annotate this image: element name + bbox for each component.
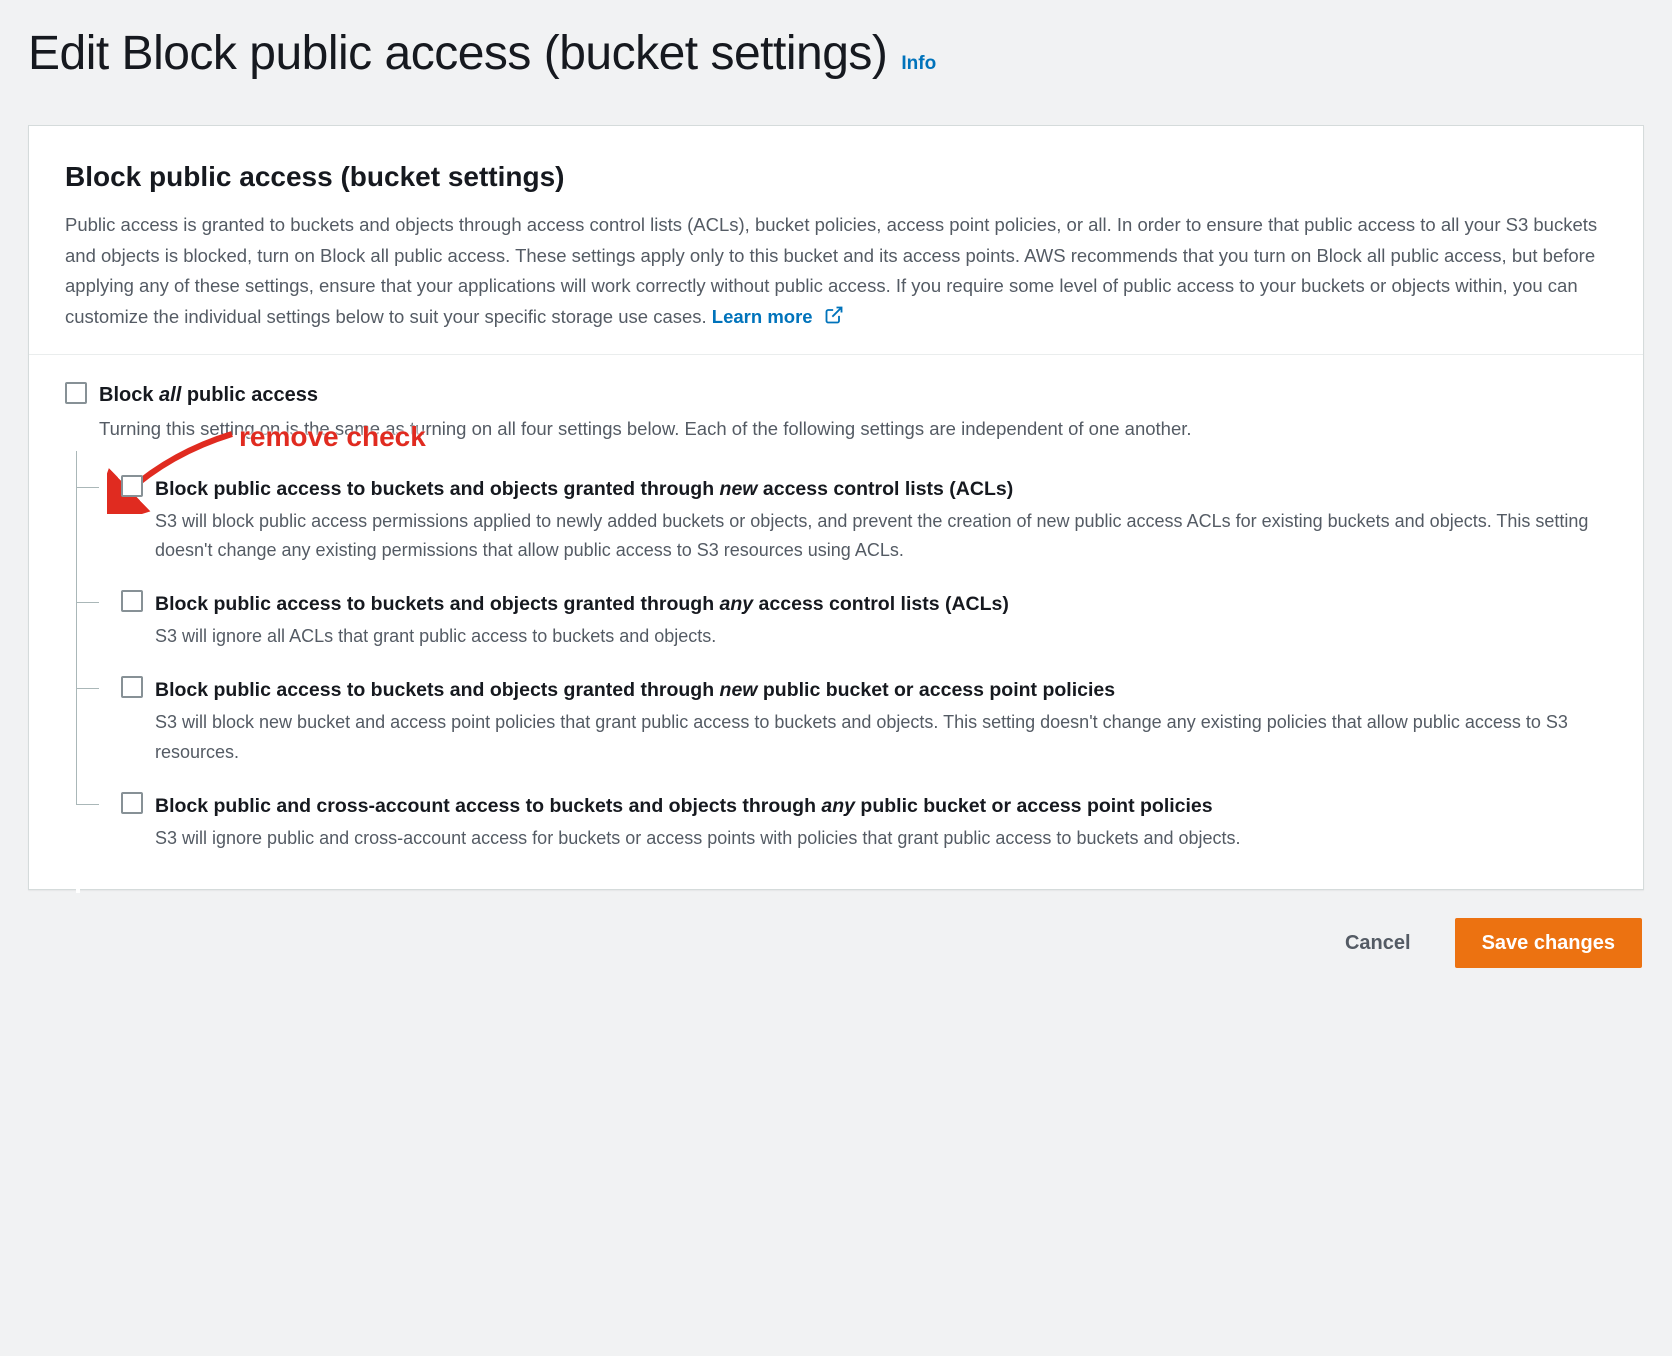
block-any-acls-label: Block public access to buckets and objec… bbox=[155, 588, 1009, 620]
page-title: Edit Block public access (bucket setting… bbox=[28, 28, 887, 81]
child-settings: Block public access to buckets and objec… bbox=[76, 451, 1607, 854]
panel-body: Block all public access Turning this set… bbox=[29, 355, 1643, 889]
external-link-icon bbox=[824, 304, 844, 335]
panel-description: Public access is granted to buckets and … bbox=[65, 210, 1607, 334]
child-setting-2: Block public access to buckets and objec… bbox=[77, 652, 1607, 768]
block-any-acls-desc: S3 will ignore all ACLs that grant publi… bbox=[155, 622, 1009, 652]
block-new-acls-checkbox[interactable] bbox=[121, 475, 143, 497]
learn-more-link[interactable]: Learn more bbox=[712, 306, 844, 327]
block-new-policies-label: Block public access to buckets and objec… bbox=[155, 674, 1607, 706]
footer-buttons: Cancel Save changes bbox=[28, 918, 1644, 968]
panel-header: Block public access (bucket settings) Pu… bbox=[29, 126, 1643, 355]
block-all-label: Block all public access bbox=[99, 379, 1192, 412]
child-setting-3: Block public and cross-account access to… bbox=[77, 768, 1607, 854]
page-title-row: Edit Block public access (bucket setting… bbox=[28, 28, 1644, 81]
child-setting-1: Block public access to buckets and objec… bbox=[77, 566, 1607, 652]
panel-heading: Block public access (bucket settings) bbox=[65, 154, 1607, 200]
block-any-policies-label: Block public and cross-account access to… bbox=[155, 790, 1241, 822]
block-public-access-panel: remove check Block public access (bucket… bbox=[28, 125, 1644, 891]
cancel-button[interactable]: Cancel bbox=[1319, 918, 1437, 968]
child-setting-0: Block public access to buckets and objec… bbox=[77, 451, 1607, 567]
block-all-desc: Turning this setting on is the same as t… bbox=[99, 414, 1192, 445]
block-new-policies-checkbox[interactable] bbox=[121, 676, 143, 698]
block-any-policies-checkbox[interactable] bbox=[121, 792, 143, 814]
block-new-acls-label: Block public access to buckets and objec… bbox=[155, 473, 1607, 505]
block-new-acls-desc: S3 will block public access permissions … bbox=[155, 507, 1607, 566]
block-all-checkbox[interactable] bbox=[65, 382, 87, 404]
block-any-acls-checkbox[interactable] bbox=[121, 590, 143, 612]
info-link[interactable]: Info bbox=[901, 48, 936, 79]
save-changes-button[interactable]: Save changes bbox=[1455, 918, 1642, 968]
block-new-policies-desc: S3 will block new bucket and access poin… bbox=[155, 708, 1607, 767]
block-any-policies-desc: S3 will ignore public and cross-account … bbox=[155, 824, 1241, 854]
block-all-row: Block all public access Turning this set… bbox=[65, 379, 1607, 445]
